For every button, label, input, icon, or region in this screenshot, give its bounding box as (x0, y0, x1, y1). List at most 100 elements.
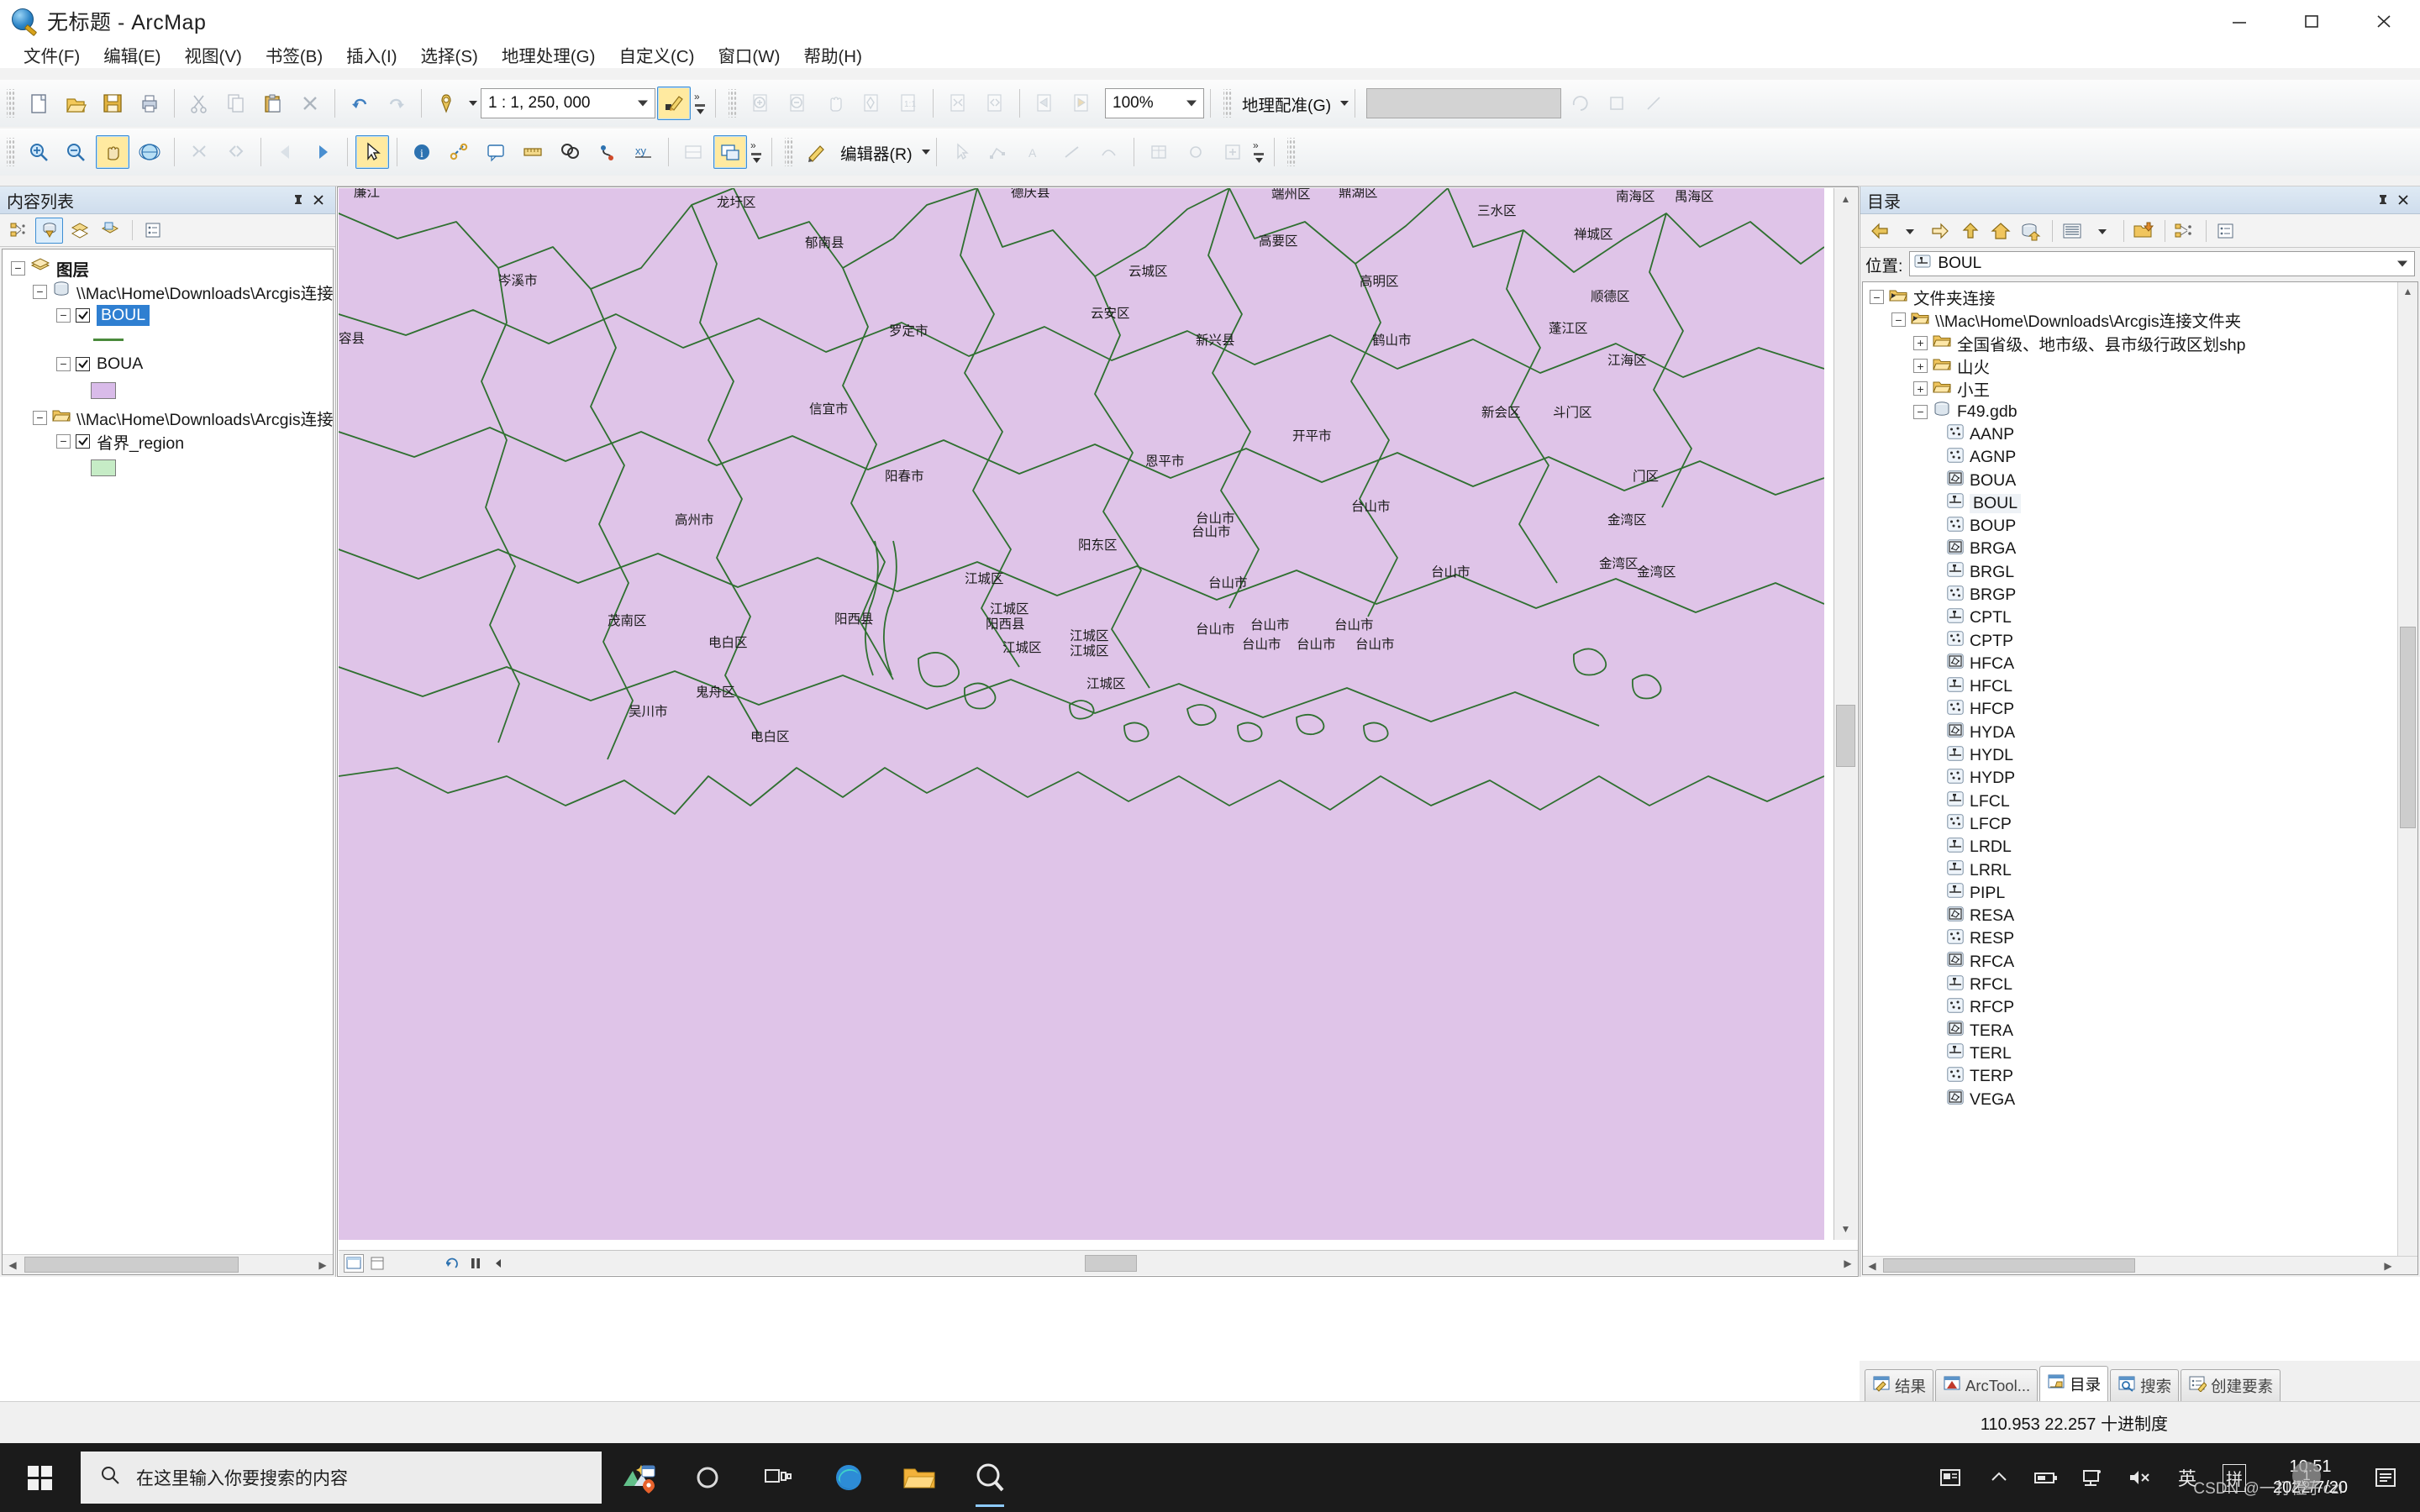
editor-overflow-icon[interactable]: » (1251, 135, 1268, 169)
toc-layer-shengjie-region[interactable]: − 省界_region (3, 429, 333, 453)
menu-insert[interactable]: 插入(I) (334, 39, 408, 70)
sketch-properties-icon[interactable] (1179, 135, 1213, 169)
catalog-feature-class[interactable]: AANP (1863, 423, 2417, 446)
zoom-in-page-icon[interactable] (744, 87, 777, 120)
catalog-folder-1[interactable]: + 山火 (1863, 354, 2417, 377)
georef-shift-icon[interactable] (1600, 87, 1634, 120)
zoom-in-icon[interactable] (22, 135, 55, 169)
identify-icon[interactable]: i (405, 135, 439, 169)
catalog-feature-class[interactable]: RESP (1863, 927, 2417, 950)
pin-icon[interactable] (288, 190, 308, 210)
scroll-left-icon[interactable]: ◀ (3, 1255, 23, 1274)
menu-selection[interactable]: 选择(S) (409, 39, 490, 70)
catalog-feature-class[interactable]: HFCP (1863, 698, 2417, 721)
map-scale-combobox[interactable]: 1 : 1, 250, 000 (481, 88, 655, 118)
html-popup-icon[interactable] (479, 135, 513, 169)
catalog-feature-class[interactable]: TERA (1863, 1020, 2417, 1042)
toc-layer-boua[interactable]: − BOUA (3, 352, 333, 375)
file-explorer-icon[interactable] (884, 1443, 955, 1512)
catalog-feature-class[interactable]: LRRL (1863, 858, 2417, 881)
save-map-icon[interactable] (96, 87, 129, 120)
expander-icon[interactable]: − (1891, 312, 1906, 328)
edit-vertices-icon[interactable] (981, 135, 1015, 169)
editor-menu[interactable]: 编辑器(R) (835, 140, 918, 165)
catalog-feature-class[interactable]: BRGA (1863, 538, 2417, 560)
layer-visibility-checkbox[interactable] (76, 356, 90, 371)
collapse-icon[interactable]: − (56, 307, 71, 323)
cut-icon[interactable] (182, 87, 216, 120)
catalog-horizontal-scrollbar[interactable]: ◀ ▶ (1863, 1256, 2417, 1274)
show-hidden-icons-icon[interactable] (1977, 1443, 2021, 1512)
georeferencing-menu[interactable]: 地理配准(G) (1237, 92, 1336, 116)
previous-extent-icon[interactable] (269, 135, 302, 169)
volume-mute-icon[interactable] (2118, 1443, 2162, 1512)
catalog-feature-class[interactable]: CPTL (1863, 606, 2417, 629)
arcmap-icon[interactable] (955, 1443, 1025, 1512)
straight-segment-icon[interactable] (1055, 135, 1089, 169)
toc-symbol-shengjie[interactable] (3, 453, 333, 483)
maximize-button[interactable] (2275, 0, 2348, 41)
menu-help[interactable]: 帮助(H) (792, 39, 873, 70)
go-forward-extent-icon[interactable] (1065, 87, 1098, 120)
redo-icon[interactable] (380, 87, 413, 120)
catalog-feature-class[interactable]: LFCP (1863, 813, 2417, 836)
new-map-icon[interactable] (22, 87, 55, 120)
toc-layer-boul[interactable]: − BOUL (3, 303, 333, 327)
catalog-root-folder-connections[interactable]: − 文件夹连接 (1863, 286, 2417, 308)
create-viewer-window-icon[interactable] (713, 135, 747, 169)
scroll-thumb[interactable] (1085, 1254, 1137, 1272)
catalog-connection-node[interactable]: − \\Mac\Home\Downloads\Arcgis连接文件夹 (1863, 308, 2417, 331)
tools-toolbar-grip[interactable] (729, 89, 737, 118)
toggle-contents-panel-icon[interactable] (2058, 218, 2086, 244)
catalog-feature-class[interactable]: BRGL (1863, 561, 2417, 584)
forward-icon[interactable] (1926, 218, 1954, 244)
scroll-down-icon[interactable]: ▼ (1834, 1218, 1857, 1240)
layer-visibility-checkbox[interactable] (76, 433, 90, 449)
catalog-geodatabase-node[interactable]: − F49.gdb (1863, 400, 2417, 423)
expander-icon[interactable]: + (1913, 359, 1928, 374)
toc-tree[interactable]: − 图层 − \\Mac\Home\Downloads\Arcgis连接文件 − (2, 249, 334, 1275)
menu-view[interactable]: 视图(V) (173, 39, 254, 70)
map-horizontal-scrollbar[interactable]: ▶ (564, 1252, 1858, 1273)
catalog-feature-class[interactable]: LFCL (1863, 790, 2417, 813)
chevron-down-icon[interactable] (1186, 100, 1197, 107)
list-by-drawing-order-icon[interactable] (35, 217, 63, 244)
create-features-toolbar-icon[interactable] (1216, 135, 1249, 169)
full-extent-page-icon[interactable] (855, 87, 888, 120)
catalog-feature-class[interactable]: TERP (1863, 1065, 2417, 1088)
toc-options-icon[interactable] (139, 218, 166, 244)
pin-icon[interactable] (2373, 190, 2393, 210)
catalog-feature-class[interactable]: LRDL (1863, 836, 2417, 858)
toc-database-node[interactable]: − \\Mac\Home\Downloads\Arcgis连接文件 (3, 280, 333, 303)
catalog-feature-class[interactable]: RFCP (1863, 996, 2417, 1019)
list-by-visibility-icon[interactable] (66, 218, 93, 244)
windows-start-icon[interactable] (0, 1443, 81, 1512)
expander-icon[interactable]: + (1913, 335, 1928, 350)
pan-page-icon[interactable] (818, 87, 851, 120)
find-icon[interactable] (553, 135, 587, 169)
page-zoom-combobox[interactable]: 100% (1105, 88, 1204, 118)
tab-catalog[interactable]: 目录 (2039, 1366, 2109, 1401)
scroll-right-icon[interactable]: ▶ (1838, 1252, 1858, 1273)
scroll-right-icon[interactable]: ▶ (2379, 1257, 2397, 1274)
collapse-icon[interactable]: − (11, 260, 25, 276)
delete-icon[interactable] (293, 87, 327, 120)
scroll-up-icon[interactable]: ▲ (1834, 188, 1857, 210)
list-by-selection-icon[interactable] (96, 218, 124, 244)
expander-icon[interactable]: + (1913, 381, 1928, 396)
tab-arctoolbox[interactable]: ArcTool... (1935, 1369, 2039, 1401)
copy-icon[interactable] (219, 87, 253, 120)
catalog-feature-class[interactable]: BOUL (1863, 492, 2417, 515)
task-view-icon[interactable] (743, 1443, 813, 1512)
edit-annotation-icon[interactable]: A (1018, 135, 1052, 169)
action-center-icon[interactable] (2365, 1443, 2408, 1512)
toc-folder-node[interactable]: − \\Mac\Home\Downloads\Arcgis连接文件 (3, 406, 333, 429)
expander-icon[interactable]: − (1870, 290, 1884, 305)
scroll-thumb[interactable] (1836, 705, 1855, 767)
collapse-icon[interactable]: − (56, 356, 71, 371)
catalog-feature-class[interactable]: CPTP (1863, 629, 2417, 652)
line-symbol-swatch[interactable] (93, 338, 124, 341)
scroll-thumb[interactable] (2400, 627, 2416, 828)
close-button[interactable] (2348, 0, 2420, 41)
news-icon[interactable] (1930, 1443, 1974, 1512)
